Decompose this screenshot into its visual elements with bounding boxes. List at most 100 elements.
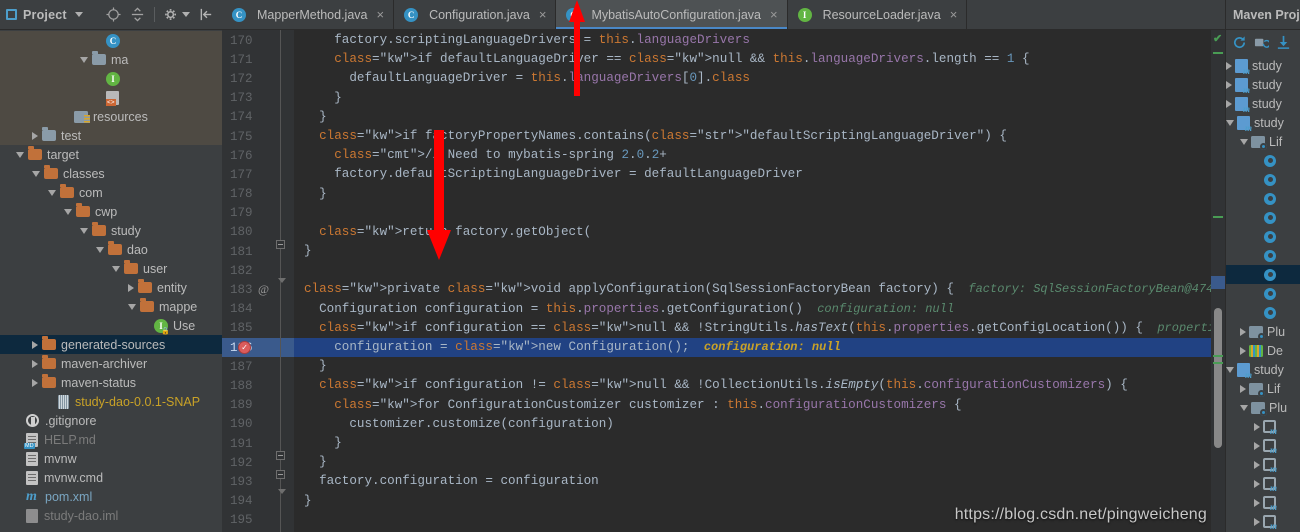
code-line-174[interactable]: } <box>294 108 1211 127</box>
collapse-arrow-icon[interactable] <box>1240 138 1248 145</box>
download-sources-icon[interactable] <box>1276 35 1291 50</box>
project-tree-item-resources[interactable]: resources <box>0 107 222 126</box>
maven-tree-item-plugins-1[interactable]: Plu <box>1226 322 1300 341</box>
project-tree-item-hidden-xml[interactable] <box>0 88 222 107</box>
code-line-186[interactable]: configuration = class="kw">new Configura… <box>294 338 1211 358</box>
collapse-arrow-icon[interactable] <box>48 189 56 196</box>
code-folding-marker[interactable] <box>276 470 285 479</box>
project-tree-item-test[interactable]: test <box>0 126 222 145</box>
editor-code-area[interactable]: factory.scriptingLanguageDrivers = this.… <box>294 30 1211 532</box>
maven-tree[interactable]: study study study study Lif Plu De study Lif Plu <box>1226 54 1300 532</box>
breakpoint-verified-icon[interactable]: ✓ <box>238 341 251 354</box>
code-line-183[interactable]: class="kw">private class="kw">void apply… <box>294 280 1211 299</box>
project-tree-item-entity[interactable]: entity <box>0 278 222 297</box>
gutter-line-175[interactable]: 175 <box>222 127 294 146</box>
gutter-line-174[interactable]: 174 <box>222 108 294 127</box>
project-tree-item-study-dao-jar[interactable]: study-dao-0.0.1-SNAP <box>0 392 222 411</box>
expand-arrow-icon[interactable] <box>1254 460 1260 469</box>
code-line-176[interactable]: class="cmt">// Need to mybatis-spring 2.… <box>294 146 1211 165</box>
expand-arrow-icon[interactable] <box>1240 384 1246 393</box>
code-line-178[interactable]: } <box>294 185 1211 204</box>
project-tree-item-pom-xml[interactable]: m pom.xml <box>0 487 222 506</box>
code-line-184[interactable]: Configuration configuration = this.prope… <box>294 300 1211 319</box>
project-tree-item-main-folder[interactable]: ma <box>0 50 222 69</box>
gutter-line-184[interactable]: 184 <box>222 300 294 319</box>
maven-tree-item-goal-1[interactable] <box>1226 151 1300 170</box>
chevron-down-icon[interactable] <box>74 12 83 17</box>
code-line-188[interactable]: class="kw">if configuration != class="kw… <box>294 376 1211 395</box>
gutter-line-171[interactable]: 171 <box>222 50 294 69</box>
project-tree-item-target[interactable]: target <box>0 145 222 164</box>
code-folding-marker[interactable] <box>277 489 286 494</box>
gutter-line-170[interactable]: 170 <box>222 31 294 50</box>
editor-tabbar[interactable]: C MapperMethod.java × C Configuration.java × C… <box>222 0 1225 30</box>
maven-tree-item-lifecycle-2[interactable]: Lif <box>1226 379 1300 398</box>
tab-close-icon[interactable]: × <box>376 7 384 22</box>
code-line-170[interactable]: factory.scriptingLanguageDrivers = this.… <box>294 31 1211 50</box>
collapse-arrow-icon[interactable] <box>16 151 24 158</box>
expand-arrow-icon[interactable] <box>1254 422 1260 431</box>
collapse-arrow-icon[interactable] <box>1226 119 1234 126</box>
gutter-line-172[interactable]: 172 <box>222 69 294 88</box>
maven-tree-item-plugin-c[interactable] <box>1226 455 1300 474</box>
expand-arrow-icon[interactable] <box>32 131 38 140</box>
expand-arrow-icon[interactable] <box>1226 99 1232 108</box>
settings-chevron-icon[interactable] <box>182 12 190 17</box>
code-line-181[interactable]: } <box>294 242 1211 261</box>
gutter-line-186[interactable]: 186✓ <box>222 338 346 358</box>
project-tree-item-generated-sources[interactable]: generated-sources <box>0 335 222 354</box>
maven-tree-item-goal-9[interactable] <box>1226 303 1300 322</box>
code-line-192[interactable]: } <box>294 453 1211 472</box>
gutter-line-188[interactable]: 188 <box>222 376 294 395</box>
annotation-at-icon[interactable]: @ <box>258 282 269 297</box>
settings-gear-icon[interactable] <box>164 7 179 22</box>
code-line-193[interactable]: factory.configuration = configuration <box>294 472 1211 491</box>
editor-marker-bar[interactable]: ✔ <box>1211 30 1225 532</box>
expand-arrow-icon[interactable] <box>1226 61 1232 70</box>
project-tree-item-dao[interactable]: dao <box>0 240 222 259</box>
project-tree-item-study[interactable]: study <box>0 221 222 240</box>
code-line-182[interactable] <box>294 261 1211 280</box>
project-tree-item-maven-archiver[interactable]: maven-archiver <box>0 354 222 373</box>
maven-tree-item-plugin-a[interactable] <box>1226 417 1300 436</box>
code-line-187[interactable]: } <box>294 357 1211 376</box>
maven-tree-item-goal-2[interactable] <box>1226 170 1300 189</box>
maven-tree-item-goal-4[interactable] <box>1226 208 1300 227</box>
code-folding-marker[interactable] <box>276 451 285 460</box>
collapse-arrow-icon[interactable] <box>128 303 136 310</box>
code-line-189[interactable]: class="kw">for ConfigurationCustomizer c… <box>294 396 1211 415</box>
collapse-arrow-icon[interactable] <box>112 265 120 272</box>
tab-close-icon[interactable]: × <box>770 7 778 22</box>
project-tree-item-maven-status[interactable]: maven-status <box>0 373 222 392</box>
maven-tree-item-plugin-d[interactable] <box>1226 474 1300 493</box>
maven-tree-item-dependencies-1[interactable]: De <box>1226 341 1300 360</box>
collapse-arrow-icon[interactable] <box>1240 404 1248 411</box>
project-tree-item-study-dao-iml[interactable]: study-dao.iml <box>0 506 222 525</box>
hide-panel-icon[interactable] <box>199 7 214 22</box>
code-line-185[interactable]: class="kw">if configuration == class="kw… <box>294 319 1211 338</box>
project-tree-item-hidden-interface[interactable]: I <box>0 69 222 88</box>
generate-sources-icon[interactable] <box>1254 35 1269 50</box>
expand-arrow-icon[interactable] <box>32 378 38 387</box>
project-tree-item-classes[interactable]: classes <box>0 164 222 183</box>
project-tree-item-gitignore[interactable]: .gitignore <box>0 411 222 430</box>
gutter-line-176[interactable]: 176 <box>222 146 294 165</box>
code-line-175[interactable]: class="kw">if factoryPropertyNames.conta… <box>294 127 1211 146</box>
code-line-191[interactable]: } <box>294 434 1211 453</box>
gutter-line-189[interactable]: 189 <box>222 396 294 415</box>
expand-arrow-icon[interactable] <box>1240 327 1246 336</box>
maven-tree-item-study-4[interactable]: study <box>1226 113 1300 133</box>
collapse-arrow-icon[interactable] <box>32 170 40 177</box>
expand-arrow-icon[interactable] <box>1254 517 1260 526</box>
editor-gutter[interactable]: 170 171 172 173 174 175 176 177 178 179 180 181 182 1… <box>222 30 346 532</box>
expand-arrow-icon[interactable] <box>128 283 134 292</box>
code-line-190[interactable]: customizer.customize(configuration) <box>294 415 1211 434</box>
editor-tab-resourceloader[interactable]: I ResourceLoader.java × <box>788 0 968 29</box>
project-tree-item-hidden-class[interactable]: C <box>0 31 222 50</box>
maven-tree-item-goal-7[interactable] <box>1226 265 1300 284</box>
maven-tree-item-study-2[interactable]: study <box>1226 75 1300 95</box>
collapse-arrow-icon[interactable] <box>64 208 72 215</box>
expand-arrow-icon[interactable] <box>32 359 38 368</box>
gutter-line-185[interactable]: 185 <box>222 319 294 338</box>
editor-tab-configuration[interactable]: C Configuration.java × <box>394 0 557 29</box>
